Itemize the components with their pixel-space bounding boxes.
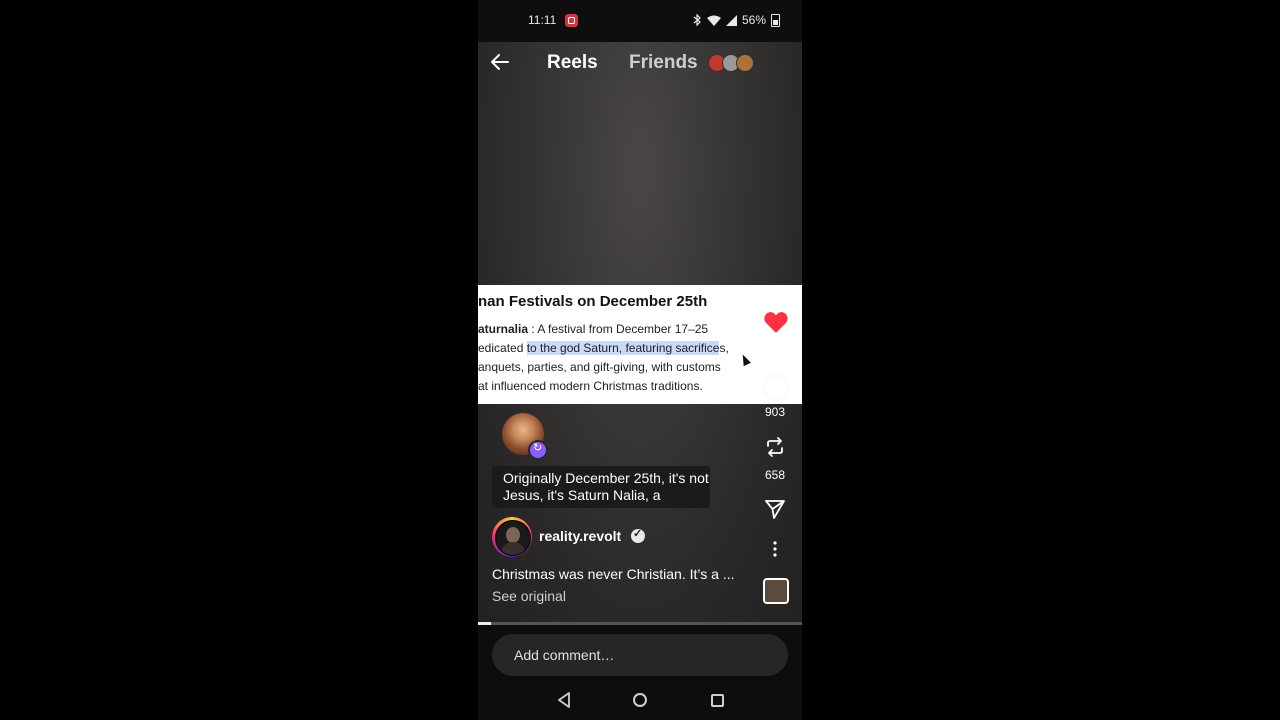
caption-text: Originally December 25th, it's not Jesus…: [503, 470, 709, 503]
back-arrow-icon[interactable]: [488, 50, 512, 74]
more-options-icon[interactable]: [768, 540, 782, 558]
video-progress-bar[interactable]: [478, 622, 802, 625]
wifi-icon: [706, 15, 721, 26]
doc-text: anquets, parties, and gift-giving, with …: [478, 360, 721, 374]
status-indicators: 56%: [693, 13, 780, 27]
see-original-link[interactable]: See original: [492, 588, 566, 604]
highlighted-text: to the god Saturn, featuring sacrifice: [526, 341, 720, 355]
nav-back-icon[interactable]: [557, 692, 571, 708]
doc-text: edicated: [478, 341, 527, 355]
doc-text: at influenced modern Christmas tradition…: [478, 379, 703, 393]
video-progress-fill: [478, 622, 491, 625]
like-count-faded: ··: [766, 346, 773, 357]
phone-screen: 11:11 56% Reels Friends nan Festivals on…: [478, 0, 802, 720]
doc-line: anquets, parties, and gift-giving, with …: [478, 358, 778, 377]
clock: 11:11: [528, 13, 557, 27]
username[interactable]: reality.revolt: [539, 528, 621, 544]
remix-badge-icon: [528, 440, 548, 460]
tab-friends[interactable]: Friends: [629, 52, 698, 74]
doc-title: nan Festivals on December 25th: [478, 293, 708, 310]
doc-line: at influenced modern Christmas tradition…: [478, 377, 778, 396]
friend-avatar: [736, 54, 754, 72]
reel-description[interactable]: Christmas was never Christian. It’s a ..…: [492, 566, 734, 582]
status-bar: 11:11 56%: [478, 0, 802, 42]
friend-avatars[interactable]: [708, 54, 754, 72]
user-avatar[interactable]: [492, 517, 532, 557]
repost-icon[interactable]: [763, 435, 787, 459]
doc-line: edicated to the god Saturn, featuring sa…: [478, 339, 778, 358]
doc-text: : A festival from December 17–25: [528, 322, 709, 336]
android-nav-bar: [478, 680, 802, 720]
repost-count: 658: [764, 468, 786, 482]
nav-home-icon[interactable]: [633, 693, 647, 707]
nav-recents-icon[interactable]: [711, 694, 724, 707]
tab-reels[interactable]: Reels: [547, 52, 598, 74]
reels-header: Reels Friends: [478, 42, 802, 84]
signal-icon: [725, 14, 737, 26]
doc-term: aturnalia: [478, 322, 529, 336]
comment-count: 903: [764, 405, 786, 419]
document-screenshot: nan Festivals on December 25th aturnalia…: [478, 285, 802, 404]
comment-placeholder: Add comment…: [514, 647, 615, 663]
like-heart-icon[interactable]: [763, 310, 789, 334]
doc-line: aturnalia : A festival from December 17–…: [478, 320, 778, 339]
battery-percent: 56%: [741, 13, 766, 27]
caption-box: Originally December 25th, it's not Jesus…: [492, 466, 710, 508]
comment-icon[interactable]: [763, 374, 789, 400]
screen-record-icon: [565, 14, 578, 27]
add-comment-bar[interactable]: Add comment…: [492, 634, 788, 676]
doc-text: s,: [719, 341, 729, 355]
avatar-image: [495, 520, 531, 556]
verified-badge-icon: [631, 527, 645, 543]
send-share-icon[interactable]: [763, 497, 787, 521]
doc-body: aturnalia : A festival from December 17–…: [478, 320, 778, 396]
battery-icon: [771, 13, 780, 27]
bluetooth-icon: [693, 14, 701, 26]
audio-thumbnail[interactable]: [763, 578, 789, 604]
